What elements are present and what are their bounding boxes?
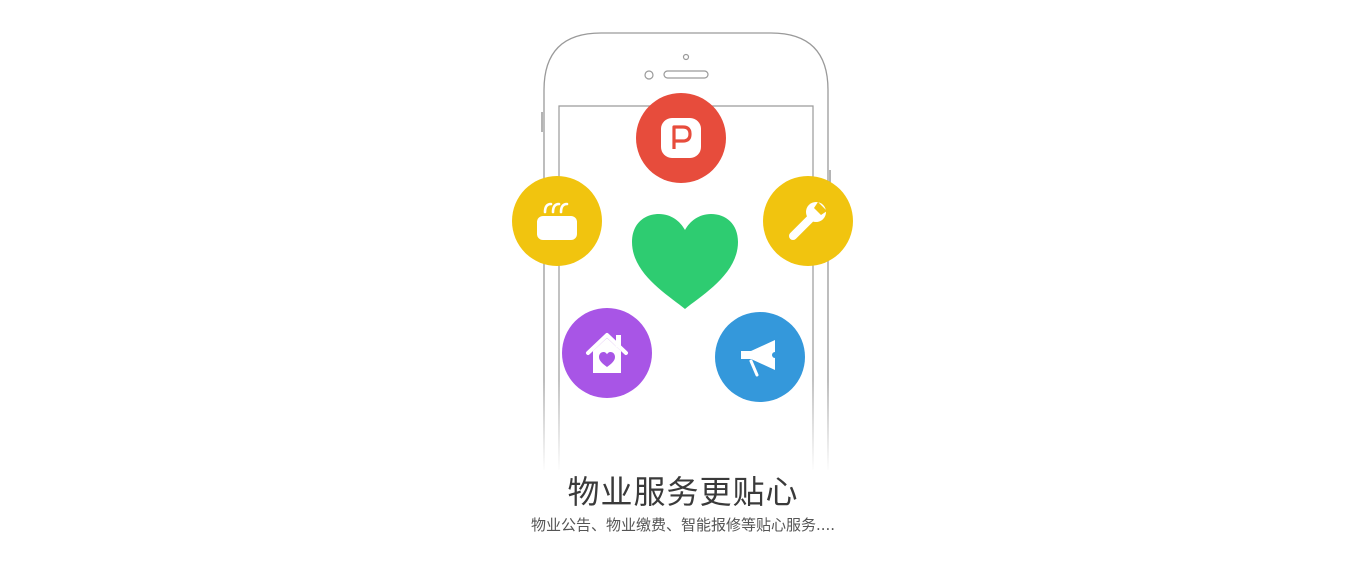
subheadline: 物业公告、物业缴费、智能报修等贴心服务....: [530, 516, 836, 534]
heater-icon: [537, 202, 577, 240]
parking-service-button[interactable]: [636, 93, 726, 183]
home-heart-icon: [586, 333, 628, 373]
megaphone-icon: [741, 340, 778, 377]
heart-shape: [632, 214, 738, 309]
announcement-service-button[interactable]: [715, 312, 805, 402]
heating-service-button[interactable]: [512, 176, 602, 266]
hero-section: 物业服务更贴心 物业公告、物业缴费、智能报修等贴心服务....: [0, 0, 1366, 579]
home-service-button[interactable]: [562, 308, 652, 398]
parking-icon: [661, 118, 701, 158]
headline: 物业服务更贴心: [567, 473, 799, 511]
repair-service-button[interactable]: [763, 176, 853, 266]
heart-icon: [630, 212, 740, 312]
wrench-icon: [789, 202, 827, 240]
